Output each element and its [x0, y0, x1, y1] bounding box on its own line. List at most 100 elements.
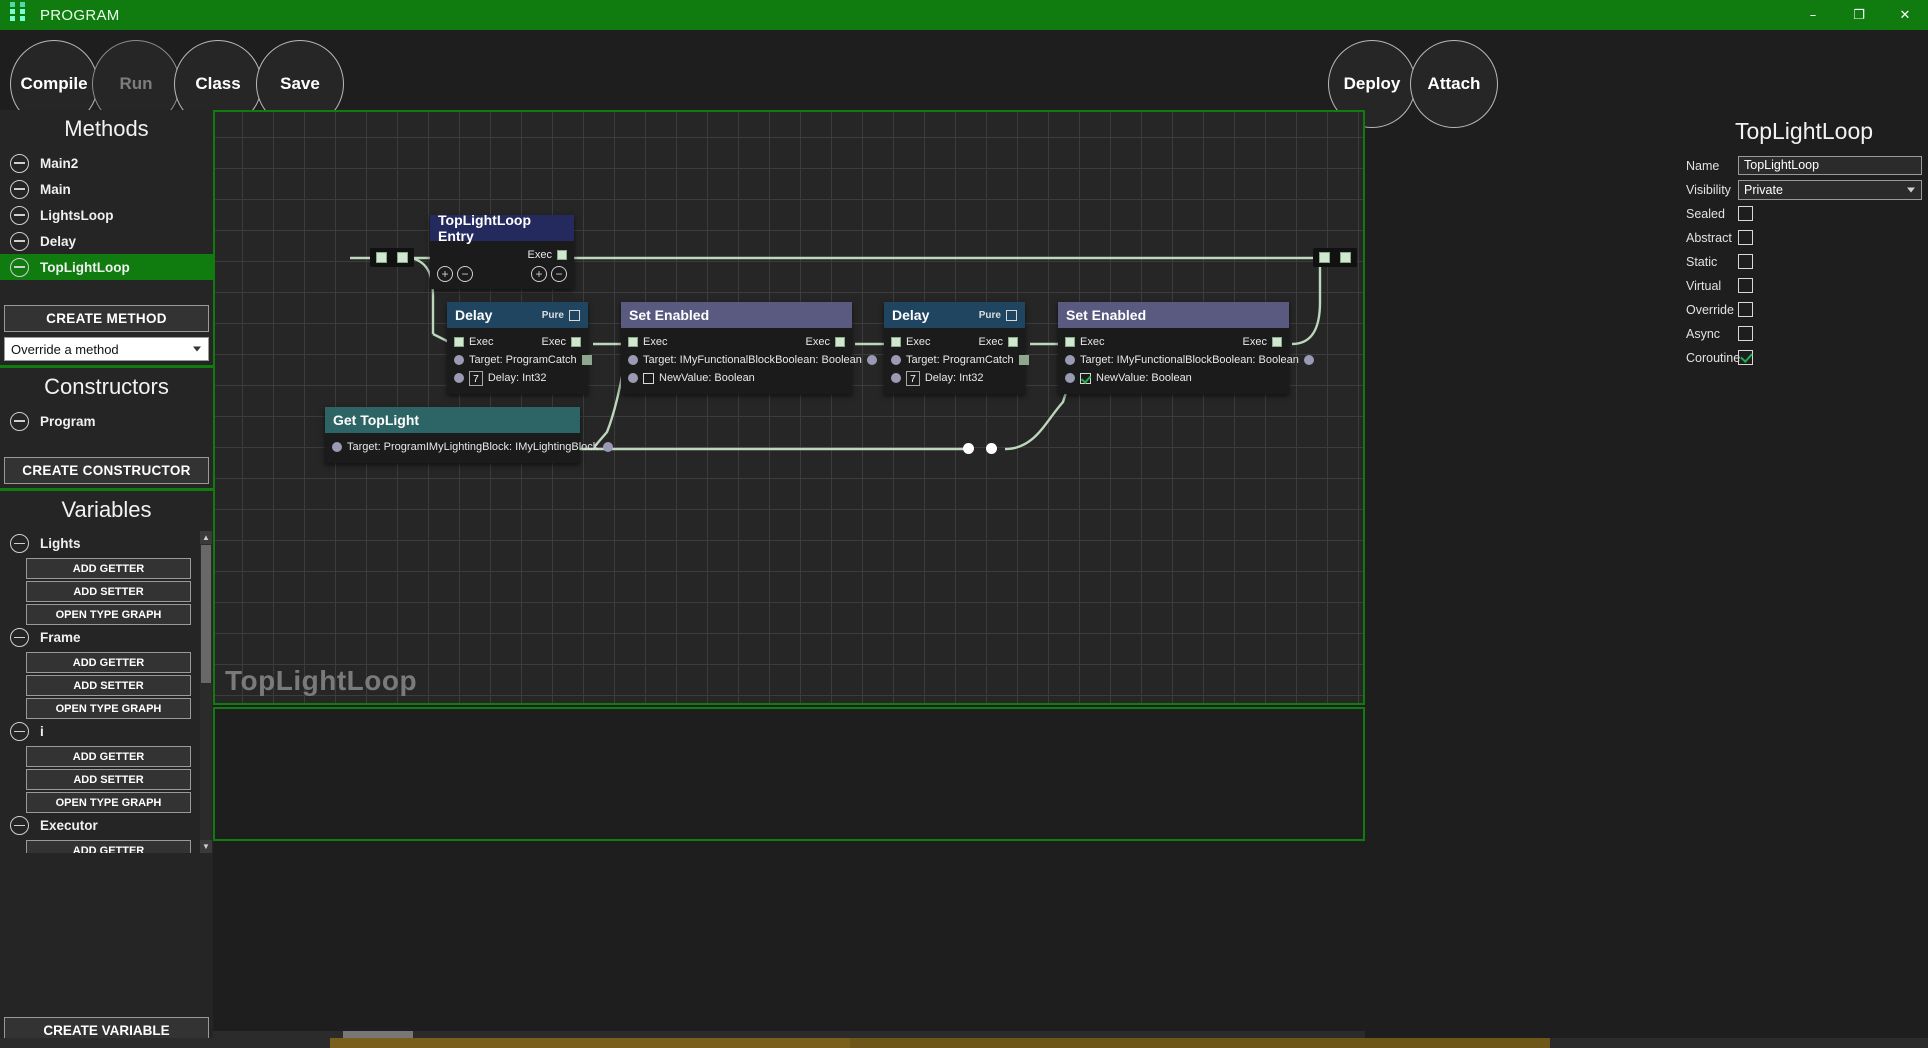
property-checkbox-virtual[interactable] — [1738, 278, 1753, 293]
pure-toggle[interactable]: Pure — [542, 309, 580, 321]
variable-action-add-setter[interactable]: ADD SETTER — [26, 581, 191, 602]
node-header[interactable]: Delay Pure — [447, 302, 588, 328]
input-pin[interactable] — [1065, 355, 1075, 365]
variable-action-add-getter[interactable]: ADD GETTER — [26, 746, 191, 767]
method-item-main[interactable]: Main — [0, 176, 213, 202]
toolbar-button-attach[interactable]: Attach — [1410, 40, 1498, 128]
output-pin[interactable] — [581, 355, 592, 365]
property-checkbox-override[interactable] — [1738, 302, 1753, 317]
override-method-dropdown[interactable]: Override a method — [4, 337, 209, 361]
maximize-button[interactable]: ❐ — [1836, 0, 1882, 30]
input-pin[interactable] — [454, 355, 464, 365]
create-constructor-button[interactable]: CREATE CONSTRUCTOR — [4, 457, 209, 484]
input-pin[interactable] — [332, 442, 342, 452]
input-pin[interactable] — [628, 337, 638, 347]
input-pin[interactable] — [891, 337, 901, 347]
output-pin[interactable] — [603, 442, 614, 452]
collapse-icon[interactable] — [10, 411, 29, 431]
pure-checkbox[interactable] — [569, 309, 580, 321]
variable-action-open-type-graph[interactable]: OPEN TYPE GRAPH — [26, 698, 191, 719]
node-header[interactable]: Get TopLight — [325, 407, 580, 433]
method-item-delay[interactable]: Delay — [0, 228, 213, 254]
graph-canvas[interactable]: TopLightLoop Entry Exec + − + − Delay Pure Exec E… — [213, 110, 1365, 705]
collapse-icon[interactable] — [10, 534, 29, 553]
collapse-icon[interactable] — [10, 153, 29, 173]
collapse-icon[interactable] — [10, 722, 29, 741]
property-checkbox-sealed[interactable] — [1738, 206, 1753, 221]
node-header[interactable]: Set Enabled — [621, 302, 852, 328]
variable-action-add-setter[interactable]: ADD SETTER — [26, 675, 191, 696]
scroll-up-icon[interactable]: ▲ — [200, 531, 212, 544]
property-checkbox-abstract[interactable] — [1738, 230, 1753, 245]
input-pin[interactable] — [891, 355, 901, 365]
pure-checkbox[interactable] — [1006, 309, 1017, 321]
output-pin[interactable] — [1303, 355, 1314, 365]
reroute-dot-a[interactable] — [963, 443, 974, 454]
reroute-node-exec[interactable] — [370, 248, 414, 267]
graph-node-setenabled1[interactable]: Set Enabled Exec Exec Target: IMyFunctional… — [621, 302, 877, 394]
pure-toggle[interactable]: Pure — [979, 309, 1017, 321]
input-pin[interactable] — [1065, 337, 1075, 347]
collapse-icon[interactable] — [10, 179, 29, 199]
reroute-dot-b[interactable] — [986, 443, 997, 454]
reroute-pin-in-right[interactable] — [1319, 252, 1330, 263]
variables-scrollbar[interactable]: ▲ ▼ — [200, 531, 212, 853]
property-checkbox-coroutine[interactable] — [1738, 350, 1753, 365]
canvas-horizontal-scrollbar[interactable] — [213, 1031, 1365, 1038]
collapse-icon[interactable] — [10, 231, 29, 251]
constructor-item-program[interactable]: Program — [0, 408, 213, 434]
collapse-icon[interactable] — [10, 205, 29, 225]
graph-node-delay1[interactable]: Delay Pure Exec Exec Target: Program Catch 7 De… — [447, 302, 592, 394]
collapse-icon[interactable] — [10, 816, 29, 835]
method-item-lightsloop[interactable]: LightsLoop — [0, 202, 213, 228]
variable-action-add-getter[interactable]: ADD GETTER — [26, 558, 191, 579]
input-pin[interactable] — [628, 355, 638, 365]
variable-item-frame[interactable]: Frame — [0, 625, 199, 650]
pin-value-checkbox[interactable] — [643, 372, 654, 384]
variable-item-i[interactable]: i — [0, 719, 199, 744]
reroute-pin-out-right[interactable] — [1340, 252, 1351, 263]
add-output-button[interactable]: + — [531, 266, 547, 282]
variable-action-open-type-graph[interactable]: OPEN TYPE GRAPH — [26, 604, 191, 625]
output-pin[interactable] — [1272, 337, 1282, 347]
add-input-button[interactable]: + — [437, 266, 453, 282]
input-pin[interactable] — [454, 373, 464, 383]
graph-node-entry[interactable]: TopLightLoop Entry Exec + − + − — [430, 212, 574, 289]
close-button[interactable]: ✕ — [1882, 0, 1928, 30]
reroute-node-exec-right[interactable] — [1313, 248, 1357, 267]
create-method-button[interactable]: CREATE METHOD — [4, 305, 209, 332]
reroute-pin-out[interactable] — [397, 252, 408, 263]
reroute-pin-in[interactable] — [376, 252, 387, 263]
input-pin[interactable] — [1065, 373, 1075, 383]
pin-value-input[interactable]: 7 — [469, 370, 483, 386]
graph-node-gettoplight[interactable]: Get TopLight Target: Program IMyLightingBl… — [325, 407, 614, 463]
input-pin[interactable] — [454, 337, 464, 347]
variable-action-add-getter[interactable]: ADD GETTER — [26, 652, 191, 673]
variable-item-lights[interactable]: Lights — [0, 531, 199, 556]
exec-out-pin[interactable] — [557, 250, 567, 260]
input-pin[interactable] — [891, 373, 901, 383]
pin-value-input[interactable]: 7 — [906, 370, 920, 386]
name-input[interactable]: TopLightLoop — [1738, 156, 1922, 175]
canvas-hscroll-thumb[interactable] — [343, 1031, 413, 1038]
variable-action-open-type-graph[interactable]: OPEN TYPE GRAPH — [26, 792, 191, 813]
variable-action-add-setter[interactable]: ADD SETTER — [26, 769, 191, 790]
variables-scrollbar-thumb[interactable] — [201, 545, 211, 683]
output-pin[interactable] — [1018, 355, 1029, 365]
node-header[interactable]: Set Enabled — [1058, 302, 1289, 328]
output-pin[interactable] — [571, 337, 581, 347]
remove-output-button[interactable]: − — [551, 266, 567, 282]
remove-input-button[interactable]: − — [457, 266, 473, 282]
output-pin[interactable] — [866, 355, 877, 365]
minimize-button[interactable]: – — [1790, 0, 1836, 30]
collapse-icon[interactable] — [10, 257, 29, 277]
scroll-down-icon[interactable]: ▼ — [200, 840, 212, 853]
collapse-icon[interactable] — [10, 628, 29, 647]
pin-value-checkbox[interactable] — [1080, 372, 1091, 384]
property-checkbox-async[interactable] — [1738, 326, 1753, 341]
input-pin[interactable] — [628, 373, 638, 383]
node-header[interactable]: Delay Pure — [884, 302, 1025, 328]
method-item-toplightloop[interactable]: TopLightLoop — [0, 254, 213, 280]
output-pin[interactable] — [835, 337, 845, 347]
method-item-main2[interactable]: Main2 — [0, 150, 213, 176]
